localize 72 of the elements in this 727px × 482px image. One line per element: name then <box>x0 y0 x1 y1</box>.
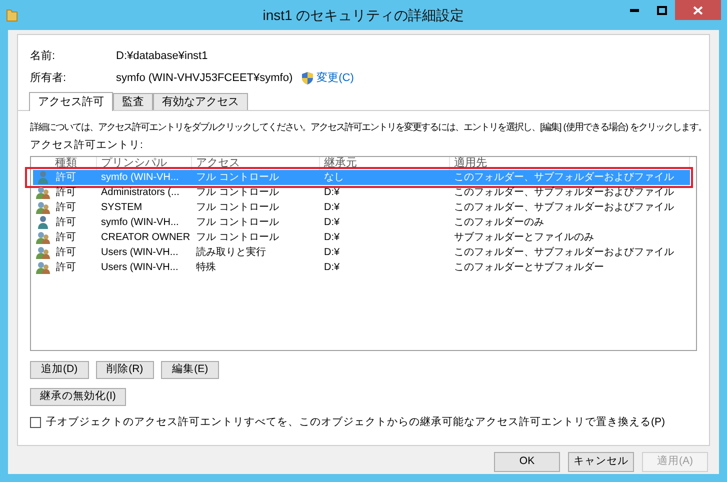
change-link[interactable]: 変更(C) <box>316 70 354 86</box>
group-icon <box>36 245 50 260</box>
table-cell-text: 許可 <box>56 260 76 275</box>
permission-row[interactable]: 許可 Users (WIN-VH... 読み取りと実行 D:¥ このフォルダー、サブフォルダーおよびファイル <box>33 244 690 260</box>
table-cell-text: なし <box>324 170 344 185</box>
table-cell-text: D:¥ <box>324 216 340 230</box>
entry-button[interactable]: 削除(R) <box>96 360 154 379</box>
permission-row[interactable]: 許可 SYSTEM フル コントロール D:¥ このフォルダー、サブフォルダーおよびファイル <box>33 200 690 215</box>
table-cell-text: D:¥ <box>324 186 340 200</box>
replace-checkbox-label: 子オブジェクトのアクセス許可エントリすべてを、このオブジェクトからの継承可能なアクセス許可エントリで置き換える(P) <box>46 414 665 430</box>
table-cell-text: D:¥ <box>324 230 340 245</box>
table-cell-text: CREATOR OWNER <box>101 230 190 245</box>
table-cell-text: Administrators (... <box>101 186 180 200</box>
replace-checkbox[interactable] <box>30 417 41 428</box>
owner-label: 所有者: <box>30 70 68 86</box>
owner-value: symfo (WIN-VHVJ53FCEET¥symfo) <box>116 70 293 86</box>
table-cell-text: D:¥ <box>324 200 340 215</box>
permission-row[interactable]: 許可 Administrators (... フル コントロール D:¥ このフォルダー、サブフォルダーおよびファイル <box>33 184 690 200</box>
table-cell-text: 許可 <box>56 186 76 200</box>
name-value: D:¥database¥inst1 <box>116 48 208 64</box>
table-cell-text: フル コントロール <box>196 230 279 245</box>
group-icon <box>36 260 50 274</box>
permission-row[interactable]: 許可 symfo (WIN-VH... フル コントロール D:¥ このフォルダーのみ <box>33 214 690 230</box>
permission-row[interactable]: 許可 CREATOR OWNER フル コントロール D:¥ サブフォルダーとファイルのみ <box>33 230 690 245</box>
dialog-button[interactable]: キャンセル <box>568 452 634 472</box>
table-cell-text: 特殊 <box>196 260 216 275</box>
dialog-button[interactable]: OK <box>494 452 560 472</box>
entry-button[interactable]: 編集(E) <box>161 360 220 379</box>
user-icon <box>36 215 50 230</box>
table-cell-text: 許可 <box>56 246 76 260</box>
table-cell-text: symfo (WIN-VH... <box>101 216 179 230</box>
table-cell-text: フル コントロール <box>196 170 279 185</box>
table-cell-text: このフォルダーのみ <box>454 216 544 230</box>
table-cell-text: フル コントロール <box>196 186 279 200</box>
entry-button[interactable]: 追加(D) <box>30 360 89 379</box>
maximize-icon <box>656 6 666 14</box>
window-title: inst1 のセキュリティの詳細設定 <box>262 6 464 24</box>
table-cell-text: 読み取りと実行 <box>196 246 266 260</box>
shield-icon <box>300 71 314 85</box>
table-cell-text: D:¥ <box>324 246 340 260</box>
tab[interactable]: アクセス許可 <box>29 92 113 111</box>
table-cell-text: 許可 <box>56 230 76 245</box>
name-label: 名前: <box>30 48 56 64</box>
table-cell-text: このフォルダーとサブフォルダー <box>454 260 604 275</box>
user-icon <box>36 170 50 184</box>
minimize-icon <box>630 8 639 12</box>
folder-icon <box>6 8 18 22</box>
close-icon <box>693 6 703 14</box>
table-cell-text: symfo (WIN-VH... <box>101 170 179 185</box>
table-cell-text: このフォルダー、サブフォルダーおよびファイル <box>454 186 674 200</box>
table-cell-text: このフォルダー、サブフォルダーおよびファイル <box>454 246 674 260</box>
group-icon <box>36 185 50 200</box>
tab[interactable]: 監査 <box>113 93 153 110</box>
close-button[interactable] <box>675 0 721 20</box>
disable-inheritance-button[interactable]: 継承の無効化(I) <box>30 388 126 406</box>
tab[interactable]: 有効なアクセス <box>153 93 248 110</box>
group-icon <box>36 200 50 214</box>
table-cell-text: D:¥ <box>324 260 340 275</box>
table-cell-text: SYSTEM <box>101 200 142 215</box>
table-cell-text: Users (WIN-VH... <box>101 246 178 260</box>
permission-row[interactable]: 許可 Users (WIN-VH... 特殊 D:¥ このフォルダーとサブフォルダー <box>33 260 690 275</box>
table-cell-text: Users (WIN-VH... <box>101 260 178 275</box>
group-icon <box>36 230 50 244</box>
table-cell-text: 許可 <box>56 200 76 215</box>
list-label: アクセス許可エントリ: <box>30 138 144 153</box>
table-cell-text: 許可 <box>56 170 76 185</box>
table-cell-text: 許可 <box>56 216 76 230</box>
table-cell-text: フル コントロール <box>196 200 279 215</box>
table-cell-text: フル コントロール <box>196 216 279 230</box>
table-cell-text: このフォルダー、サブフォルダーおよびファイル <box>454 200 674 215</box>
table-cell-text: サブフォルダーとファイルのみ <box>454 230 594 245</box>
table-cell-text: このフォルダー、サブフォルダーおよびファイル <box>454 170 674 185</box>
